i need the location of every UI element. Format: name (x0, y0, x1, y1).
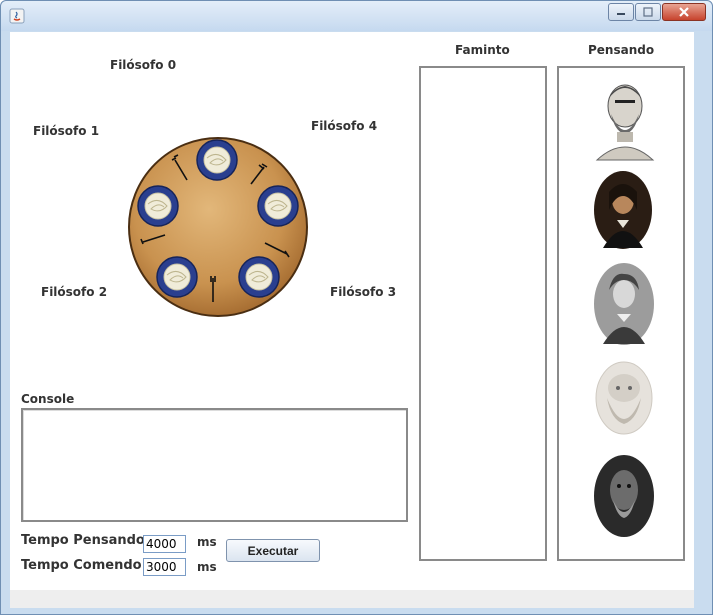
app-window: Filósofo 0 Filósofo 1 Filósofo 2 Filósof… (0, 0, 713, 615)
thinking-panel (557, 66, 685, 561)
plate-0 (196, 139, 238, 181)
philosopher-1-label: Filósofo 1 (33, 124, 100, 138)
close-button[interactable] (662, 3, 706, 21)
plate-2 (156, 256, 198, 298)
hungry-panel (419, 66, 547, 561)
bottom-strip (10, 590, 694, 608)
eating-time-input[interactable] (143, 558, 186, 576)
dining-table (128, 137, 308, 317)
java-app-icon (9, 8, 25, 24)
console-textarea[interactable] (21, 408, 408, 522)
eating-unit-label: ms (197, 560, 217, 574)
bust-portrait-1-icon (595, 84, 655, 161)
plate-3 (238, 256, 280, 298)
philosopher-2-label: Filósofo 2 (41, 285, 108, 299)
thinking-time-label: Tempo Pensando (21, 533, 145, 548)
plate-1 (137, 185, 179, 227)
thinking-column-label: Pensando (588, 43, 655, 57)
maximize-icon (643, 7, 653, 17)
minimize-button[interactable] (608, 3, 634, 21)
title-bar[interactable] (1, 1, 712, 31)
eating-time-label: Tempo Comendo (21, 558, 142, 573)
portrait-3-icon (594, 263, 654, 345)
execute-button[interactable]: Executar (226, 539, 320, 562)
maximize-button[interactable] (635, 3, 661, 21)
philosopher-0-label: Filósofo 0 (110, 58, 177, 72)
close-icon (679, 7, 689, 17)
thinking-unit-label: ms (197, 535, 217, 549)
hungry-column-label: Faminto (455, 43, 510, 57)
minimize-icon (617, 13, 625, 15)
console-label: Console (21, 392, 75, 406)
thinking-time-input[interactable] (143, 535, 186, 553)
plate-4 (257, 185, 299, 227)
philosopher-3-label: Filósofo 3 (330, 285, 397, 299)
portrait-5-icon (594, 455, 654, 537)
portrait-2-icon (594, 171, 652, 249)
bust-portrait-4-icon (595, 361, 653, 435)
main-panel: Filósofo 0 Filósofo 1 Filósofo 2 Filósof… (10, 32, 694, 590)
philosopher-4-label: Filósofo 4 (311, 119, 378, 133)
